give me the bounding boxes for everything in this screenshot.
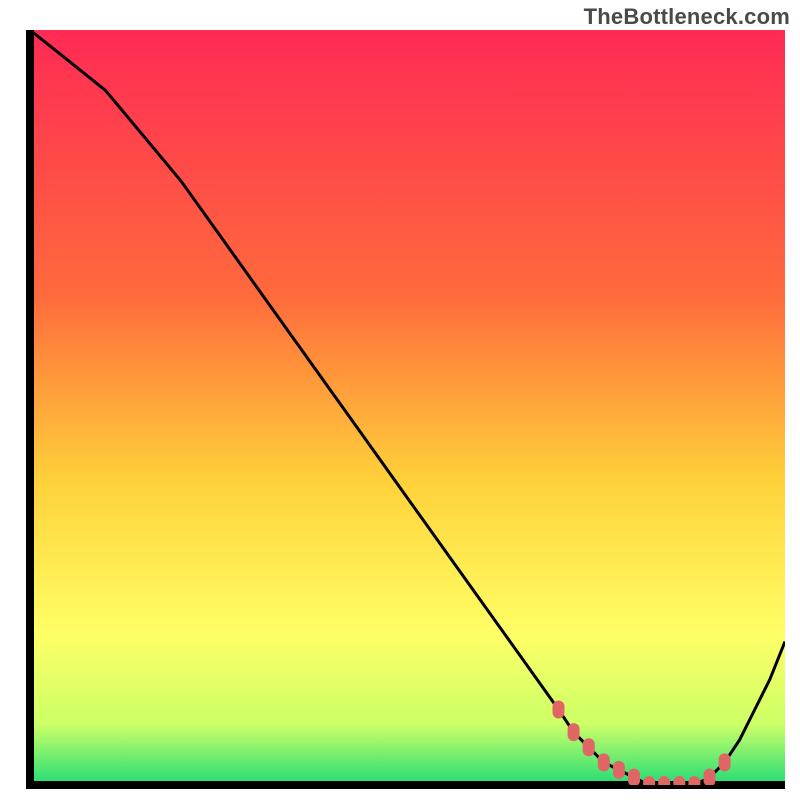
- bottleneck-chart: [0, 0, 800, 800]
- plot-background: [30, 30, 785, 785]
- marker-dot: [643, 776, 655, 794]
- marker-dot: [673, 776, 685, 794]
- marker-dot: [598, 753, 610, 771]
- watermark-text: TheBottleneck.com: [584, 4, 790, 30]
- chart-container: TheBottleneck.com: [0, 0, 800, 800]
- marker-dot: [658, 776, 670, 794]
- marker-dot: [719, 753, 731, 771]
- marker-dot: [613, 761, 625, 779]
- marker-dot: [568, 723, 580, 741]
- marker-dot: [628, 769, 640, 787]
- marker-dot: [688, 776, 700, 794]
- marker-dot: [553, 701, 565, 719]
- marker-dot: [583, 738, 595, 756]
- marker-dot: [704, 769, 716, 787]
